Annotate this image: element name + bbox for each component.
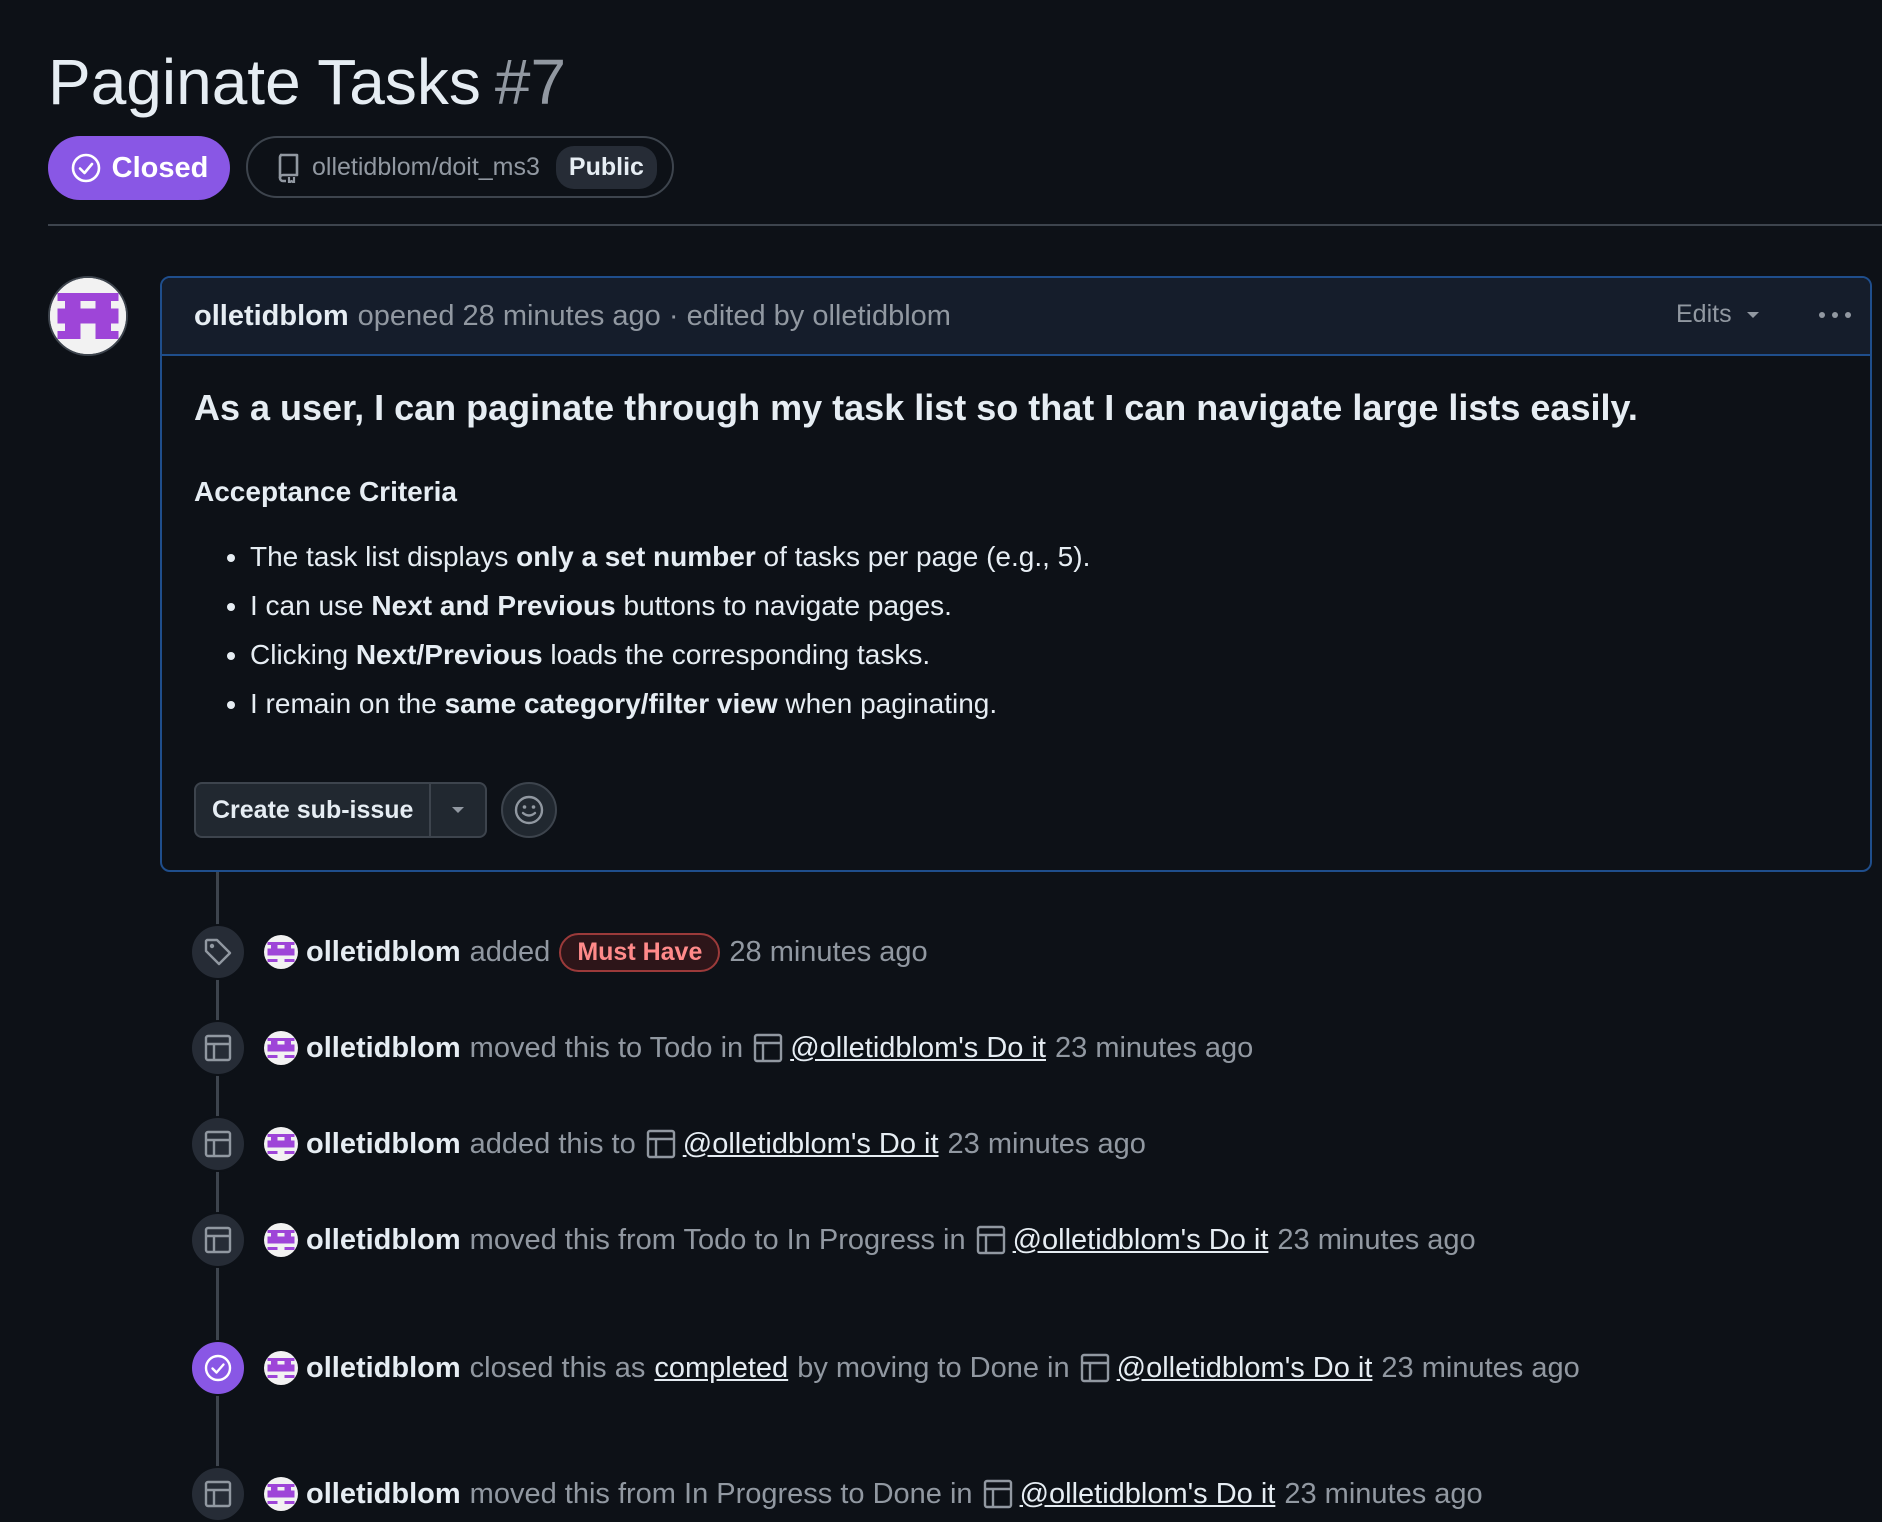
add-reaction-button[interactable] bbox=[501, 782, 558, 838]
issue-state-label: Closed bbox=[111, 151, 209, 184]
issue-comment: olletidblom opened 28 minutes ago · edit… bbox=[160, 276, 1872, 872]
project-icon bbox=[190, 1116, 246, 1172]
project-icon bbox=[982, 1478, 1014, 1510]
completed-link[interactable]: completed bbox=[654, 1352, 788, 1385]
create-sub-issue-split-button: Create sub-issue bbox=[194, 782, 488, 838]
author-avatar[interactable] bbox=[48, 276, 128, 356]
create-sub-issue-button[interactable]: Create sub-issue bbox=[196, 784, 429, 836]
timeline-event-closed: olletidblom closed this as completed by … bbox=[190, 1340, 1589, 1396]
timeline-event: olletidblom added Must Have 28 minutes a… bbox=[190, 924, 937, 980]
event-actor[interactable]: olletidblom bbox=[306, 1128, 461, 1161]
comment-actions: Create sub-issue bbox=[194, 782, 558, 838]
project-icon bbox=[190, 1466, 246, 1522]
issue-title: Paginate Tasks bbox=[48, 46, 481, 118]
edits-label: Edits bbox=[1676, 300, 1732, 328]
project-icon bbox=[752, 1032, 784, 1064]
event-time[interactable]: 23 minutes ago bbox=[948, 1128, 1146, 1161]
avatar[interactable] bbox=[264, 1031, 298, 1065]
project-link[interactable]: @olletidblom's Do it bbox=[1117, 1352, 1373, 1385]
repo-icon bbox=[278, 153, 299, 183]
repo-pill[interactable]: olletidblom/doit_ms3 Public bbox=[246, 136, 674, 198]
event-actor[interactable]: olletidblom bbox=[306, 1352, 461, 1385]
header-divider bbox=[48, 224, 1882, 226]
smiley-icon bbox=[515, 795, 544, 825]
timeline-event: olletidblom moved this from In Progress … bbox=[190, 1466, 1492, 1522]
comment-author[interactable]: olletidblom bbox=[194, 300, 349, 333]
list-item: Clicking Next/Previous loads the corresp… bbox=[250, 630, 1838, 679]
event-actor[interactable]: olletidblom bbox=[306, 1224, 461, 1257]
event-text: added bbox=[469, 935, 551, 968]
event-time[interactable]: 28 minutes ago bbox=[729, 936, 927, 969]
issue-title-row: Paginate Tasks #7 bbox=[48, 44, 566, 120]
timeline-event: olletidblom moved this from Todo to In P… bbox=[190, 1212, 1485, 1268]
project-icon bbox=[190, 1020, 246, 1076]
list-item: I remain on the same category/filter vie… bbox=[250, 679, 1838, 728]
acceptance-criteria-list: The task list displays only a set number… bbox=[194, 532, 1838, 728]
caret-down-icon bbox=[1746, 311, 1759, 318]
tag-icon bbox=[190, 924, 246, 980]
event-actor[interactable]: olletidblom bbox=[306, 936, 461, 969]
event-time[interactable]: 23 minutes ago bbox=[1381, 1352, 1579, 1385]
event-time[interactable]: 23 minutes ago bbox=[1277, 1224, 1475, 1257]
project-icon bbox=[190, 1212, 246, 1268]
event-time[interactable]: 23 minutes ago bbox=[1055, 1032, 1253, 1065]
user-story-heading: As a user, I can paginate through my tas… bbox=[194, 387, 1638, 428]
project-link[interactable]: @olletidblom's Do it bbox=[790, 1032, 1046, 1065]
comment-meta: opened 28 minutes ago · edited by olleti… bbox=[357, 299, 951, 332]
avatar[interactable] bbox=[264, 1127, 298, 1161]
visibility-tag: Public bbox=[555, 145, 657, 189]
issue-number: #7 bbox=[494, 46, 567, 118]
project-link[interactable]: @olletidblom's Do it bbox=[1013, 1224, 1269, 1257]
list-item: The task list displays only a set number… bbox=[250, 532, 1838, 581]
event-text: closed this as bbox=[469, 1351, 646, 1384]
caret-down-icon bbox=[452, 807, 465, 813]
avatar[interactable] bbox=[264, 1351, 298, 1385]
avatar[interactable] bbox=[264, 935, 298, 969]
sub-issue-dropdown-button[interactable] bbox=[429, 784, 485, 836]
check-circle-icon bbox=[190, 1340, 246, 1396]
check-circle-icon bbox=[71, 153, 100, 183]
project-icon bbox=[1079, 1352, 1111, 1384]
issue-state-badge: Closed bbox=[48, 136, 230, 200]
project-icon bbox=[975, 1224, 1007, 1256]
timeline-event: olletidblom moved this to Todo in @ollet… bbox=[190, 1020, 1262, 1076]
event-text: added this to bbox=[469, 1127, 636, 1160]
event-text: by moving to Done in bbox=[797, 1351, 1070, 1384]
project-icon bbox=[645, 1128, 677, 1160]
event-actor[interactable]: olletidblom bbox=[306, 1032, 461, 1065]
comment-body: As a user, I can paginate through my tas… bbox=[162, 356, 1870, 728]
avatar[interactable] bbox=[264, 1223, 298, 1257]
timeline-event: olletidblom added this to @olletidblom's… bbox=[190, 1116, 1155, 1172]
label-must-have[interactable]: Must Have bbox=[559, 932, 721, 972]
list-item: I can use Next and Previous buttons to n… bbox=[250, 581, 1838, 630]
event-text: moved this to Todo in bbox=[469, 1031, 744, 1064]
more-options-icon[interactable] bbox=[1818, 294, 1852, 328]
repo-name[interactable]: olletidblom/doit_ms3 bbox=[312, 153, 540, 182]
acceptance-criteria-heading: Acceptance Criteria bbox=[194, 476, 458, 507]
event-text: moved this from Todo to In Progress in bbox=[469, 1223, 966, 1256]
comment-header: olletidblom opened 28 minutes ago · edit… bbox=[162, 278, 1870, 356]
project-link[interactable]: @olletidblom's Do it bbox=[683, 1128, 939, 1161]
edits-dropdown[interactable]: Edits bbox=[1676, 300, 1760, 329]
